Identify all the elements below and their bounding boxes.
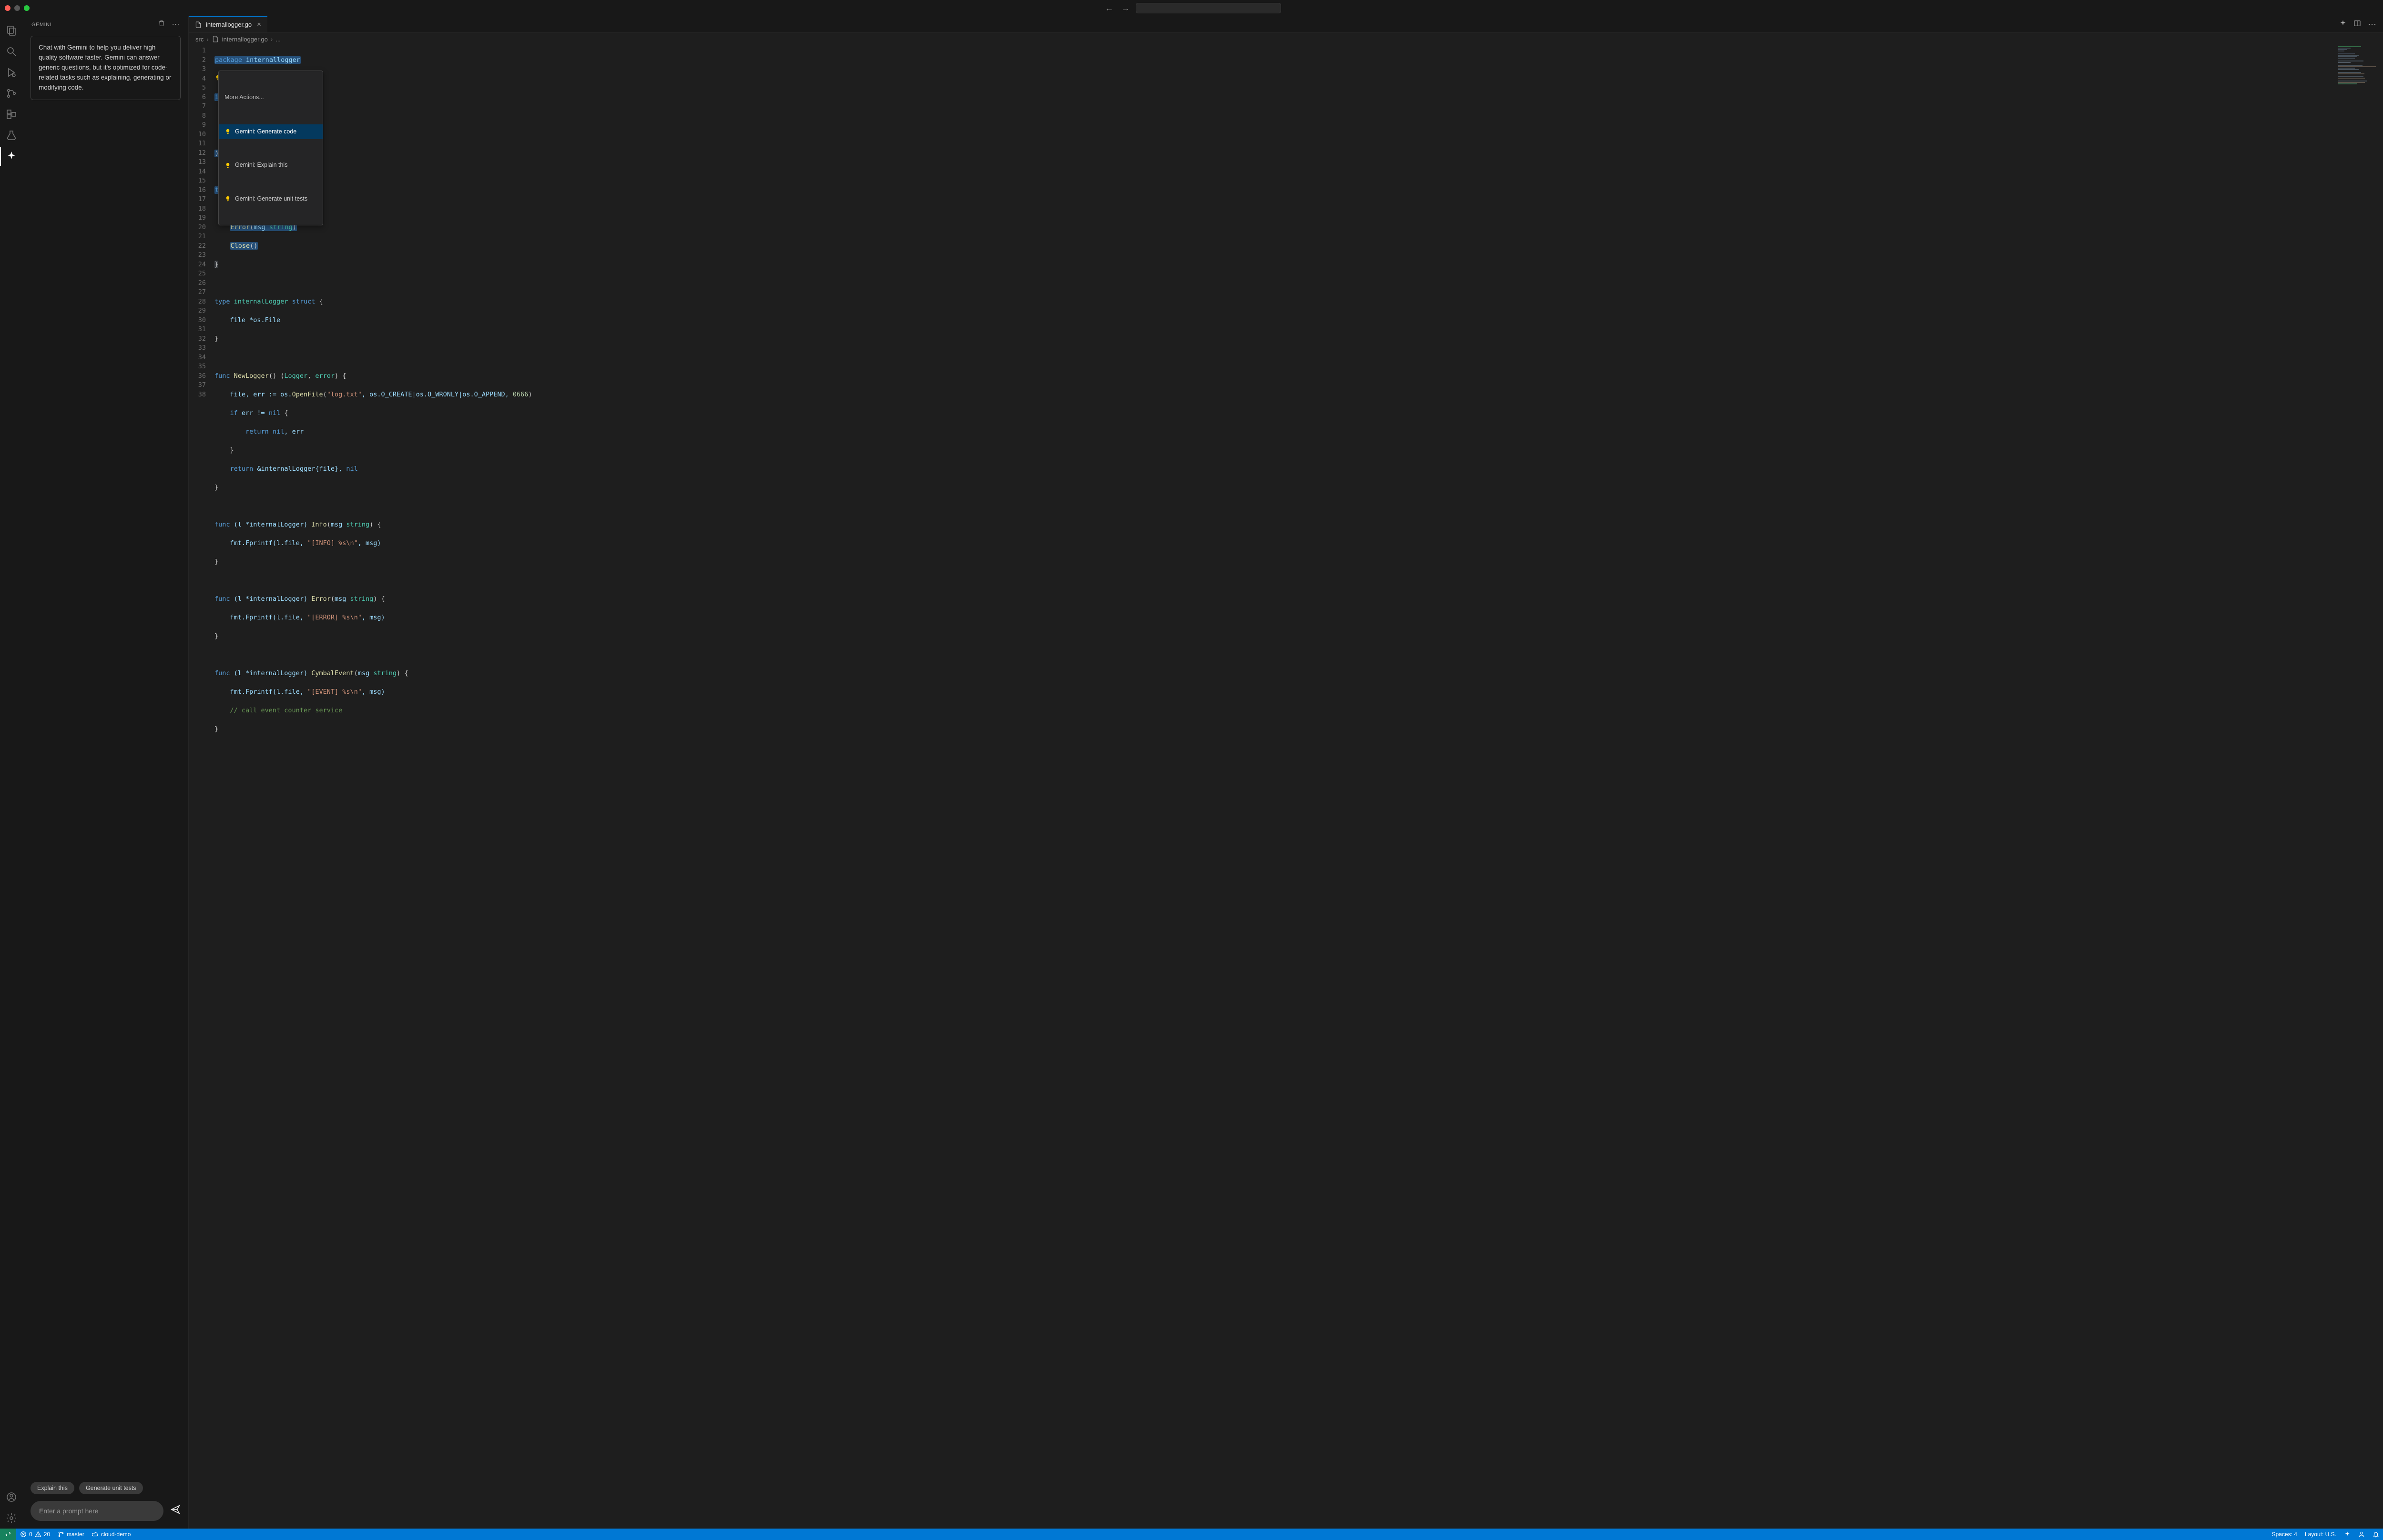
status-layout[interactable]: Layout: U.S. <box>2301 1529 2340 1540</box>
activity-source-control[interactable] <box>0 83 23 104</box>
editor-tabs: internallogger.go × ⋯ <box>189 16 2383 33</box>
lightbulb-icon <box>224 162 231 169</box>
popup-header: More Actions... <box>219 90 323 106</box>
code-editor[interactable]: 12345678910 11121314151617181920 2122232… <box>189 45 2383 1529</box>
chevron-right-icon: › <box>206 36 208 43</box>
command-center-input[interactable] <box>1136 3 1281 13</box>
activity-testing[interactable] <box>0 125 23 146</box>
nav-forward-icon[interactable]: → <box>1121 3 1130 13</box>
status-bell-icon[interactable] <box>2369 1529 2383 1540</box>
code-content[interactable]: package internallogger import ( ) type E… <box>214 45 2383 1529</box>
trash-icon[interactable] <box>158 20 165 30</box>
more-icon[interactable]: ⋯ <box>172 20 180 30</box>
action-generate-tests[interactable]: Gemini: Generate unit tests <box>219 192 323 207</box>
prompt-input[interactable] <box>31 1501 163 1521</box>
remote-indicator[interactable] <box>0 1529 16 1540</box>
chevron-right-icon: › <box>271 36 273 43</box>
editor-group: internallogger.go × ⋯ src › internallogg… <box>189 16 2383 1529</box>
minimize-window-button[interactable] <box>14 5 20 11</box>
status-sparkle-icon[interactable] <box>2340 1529 2354 1540</box>
file-icon <box>194 21 202 29</box>
tab-close-icon[interactable]: × <box>255 20 263 29</box>
window-controls <box>5 5 30 11</box>
activity-gemini[interactable] <box>0 146 23 167</box>
sidebar-title: GEMINI <box>31 22 158 28</box>
status-person-icon[interactable] <box>2354 1529 2369 1540</box>
breadcrumb-trail: ... <box>275 36 281 43</box>
line-numbers: 12345678910 11121314151617181920 2122232… <box>189 45 214 1529</box>
activity-bar <box>0 16 23 1529</box>
breadcrumb-file: internallogger.go <box>222 36 268 43</box>
activity-extensions[interactable] <box>0 104 23 125</box>
code-actions-popup: More Actions... Gemini: Generate code Ge… <box>218 71 323 225</box>
action-generate-code[interactable]: Gemini: Generate code <box>219 124 323 140</box>
tab-label: internallogger.go <box>206 21 252 28</box>
gemini-intro-text: Chat with Gemini to help you deliver hig… <box>31 36 181 100</box>
split-editor-icon[interactable] <box>2353 20 2361 30</box>
activity-run-debug[interactable] <box>0 62 23 83</box>
suggestion-explain[interactable]: Explain this <box>31 1482 74 1494</box>
status-cloud[interactable]: cloud-demo <box>88 1529 135 1540</box>
status-spaces[interactable]: Spaces: 4 <box>2268 1529 2301 1540</box>
status-bar: 0 20 master cloud-demo Spaces: 4 Layout:… <box>0 1529 2383 1540</box>
gemini-panel: GEMINI ⋯ Chat with Gemini to help you de… <box>23 16 189 1529</box>
tab-internallogger[interactable]: internallogger.go × <box>189 16 267 32</box>
suggestion-unit-tests[interactable]: Generate unit tests <box>79 1482 143 1494</box>
activity-explorer[interactable] <box>0 20 23 41</box>
status-problems[interactable]: 0 20 <box>16 1529 54 1540</box>
activity-search[interactable] <box>0 41 23 62</box>
breadcrumb-folder: src <box>195 36 204 43</box>
action-explain-this[interactable]: Gemini: Explain this <box>219 158 323 173</box>
lightbulb-icon <box>224 128 231 135</box>
status-branch[interactable]: master <box>54 1529 88 1540</box>
send-icon[interactable] <box>170 1504 181 1518</box>
maximize-window-button[interactable] <box>24 5 30 11</box>
sparkle-icon[interactable] <box>2339 20 2347 30</box>
activity-settings[interactable] <box>0 1508 23 1529</box>
activity-accounts[interactable] <box>0 1487 23 1508</box>
close-window-button[interactable] <box>5 5 10 11</box>
file-icon <box>212 35 219 43</box>
nav-back-icon[interactable]: ← <box>1105 3 1114 13</box>
lightbulb-icon <box>224 195 231 202</box>
breadcrumbs[interactable]: src › internallogger.go › ... <box>189 33 2383 45</box>
title-bar: ← → <box>0 0 2383 16</box>
editor-more-icon[interactable]: ⋯ <box>2368 20 2376 30</box>
